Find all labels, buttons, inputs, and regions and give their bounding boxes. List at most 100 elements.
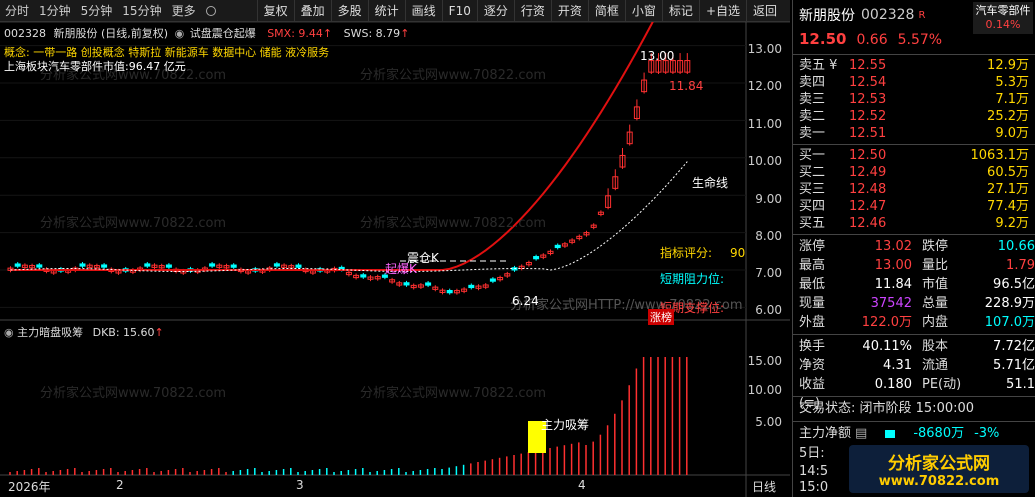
sector-badge[interactable]: 汽车零部件 0.14% xyxy=(973,2,1033,34)
flow-icon: ▤ xyxy=(855,426,868,441)
region-line: 上海板块汽车零部件市值:96.47 亿元 xyxy=(4,60,186,73)
divider xyxy=(793,421,1035,422)
price-tick: 10.00 xyxy=(747,154,782,168)
stat-value: 51.1 xyxy=(1006,377,1035,392)
stats-block-1: 涨停 13.02 跌停 10.66 最高 13.00 量比 1.79 最低 11.84 市值 96.5… xyxy=(793,237,1035,332)
draw-line-button[interactable]: 画线 xyxy=(404,0,442,22)
hangzi-button[interactable]: 行资 xyxy=(513,0,551,22)
period-fenshi[interactable]: 分时 xyxy=(0,2,34,19)
bid-label: 买五 xyxy=(799,216,826,231)
candle-body xyxy=(403,282,410,286)
ask-price: 12.54 xyxy=(849,75,887,90)
simple-frame-button[interactable]: 简框 xyxy=(587,0,625,22)
stat-key: 最高 xyxy=(799,258,826,273)
add-watchlist-button[interactable]: +自选 xyxy=(698,0,746,22)
stats-block-2: 换手 40.11% 股本 7.72亿 净资 4.31 流通 5.71亿 收益(≡) 0.180 PE… xyxy=(793,337,1035,411)
period-more[interactable]: 更多 xyxy=(167,2,201,19)
start-k-label: 起爆K xyxy=(385,262,417,276)
stat-key: 现量 xyxy=(799,296,826,311)
bid-row[interactable]: 买四 12.47 77.4万 xyxy=(793,198,1035,215)
period-1min[interactable]: 1分钟 xyxy=(34,2,76,19)
ask-price: 12.51 xyxy=(849,126,887,141)
divider xyxy=(793,144,1035,145)
formula-name[interactable]: 试盘震仓起爆 xyxy=(190,27,256,40)
sector-name: 汽车零部件 xyxy=(975,4,1031,17)
chart-title-line: 002328 新朋股份 (日线,前复权) ◉ 试盘震仓起爆 SMX: 9.44↑… xyxy=(4,27,410,40)
main-flow-row: 主力净额 ▤ -8680万 -3% xyxy=(793,424,1035,444)
lifeline-label: 生命线 xyxy=(692,176,729,190)
sub-dropdown-icon[interactable]: ◉ xyxy=(4,326,14,339)
period-5min[interactable]: 5分钟 xyxy=(76,2,118,19)
bid-row[interactable]: 买一 12.50 1063.1万 xyxy=(793,147,1035,164)
stat-value: 107.0万 xyxy=(984,315,1035,330)
tick-button[interactable]: 逐分 xyxy=(476,0,514,22)
chart-name: 新朋股份 xyxy=(53,27,98,40)
formula-dropdown-icon[interactable]: ◉ xyxy=(175,27,185,40)
kaizi-button[interactable]: 开资 xyxy=(550,0,588,22)
candle-body xyxy=(144,263,151,267)
sector-pct: 0.14% xyxy=(985,18,1021,31)
price-tick: 11.00 xyxy=(747,117,782,131)
candle-body xyxy=(14,263,21,267)
ask-volume: 25.2万 xyxy=(987,109,1029,124)
stats-button[interactable]: 统计 xyxy=(367,0,405,22)
bid-price: 12.48 xyxy=(849,182,887,197)
stat-value: 5.71亿 xyxy=(993,358,1035,373)
period-15min[interactable]: 15分钟 xyxy=(117,2,166,19)
bid-volume: 9.2万 xyxy=(995,216,1029,231)
candle-body xyxy=(446,290,453,294)
bid-row[interactable]: 买三 12.48 27.1万 xyxy=(793,181,1035,198)
ask-row[interactable]: 卖二 12.52 25.2万 xyxy=(793,108,1035,125)
x-label-month: 2 xyxy=(116,478,124,492)
overlay-button[interactable]: 叠加 xyxy=(293,0,331,22)
stat-row: 涨停 13.02 跌停 10.66 xyxy=(793,237,1035,256)
small-window-button[interactable]: 小窗 xyxy=(624,0,662,22)
stat-value: 122.0万 xyxy=(861,315,912,330)
bid-price: 12.47 xyxy=(849,199,887,214)
ask-row[interactable]: 卖三 12.53 7.1万 xyxy=(793,91,1035,108)
bid-label: 买二 xyxy=(799,165,826,180)
candle-body xyxy=(209,263,216,267)
stat-key: 量比 xyxy=(922,258,949,273)
mark-button[interactable]: 标记 xyxy=(661,0,699,22)
stat-value: 4.31 xyxy=(883,358,912,373)
fuquan-button[interactable]: 复权 xyxy=(256,0,294,22)
stat-key: 净资 xyxy=(799,358,826,373)
toolbar-buttons: 复权 叠加 多股 统计 画线 F10 逐分 行资 开资 简框 小窗 标记 +自选… xyxy=(256,0,783,22)
bid-row[interactable]: 买五 12.46 9.2万 xyxy=(793,215,1035,232)
flow-label: 主力净额 xyxy=(799,426,852,441)
multi-stock-button[interactable]: 多股 xyxy=(330,0,368,22)
candle-body xyxy=(165,264,172,268)
flow-value: -8680万 xyxy=(913,426,965,441)
ask-row[interactable]: 卖五 ¥ 12.55 12.9万 xyxy=(793,57,1035,74)
accumulation-label: 主力吸筹 xyxy=(541,418,590,432)
bid-book: 买一 12.50 1063.1万 买二 12.49 60.5万 买三 12.48 27.1万 买四… xyxy=(793,147,1035,232)
ask-row[interactable]: 卖四 12.54 5.3万 xyxy=(793,74,1035,91)
stat-row: 现量 37542 总量 228.9万 xyxy=(793,294,1035,313)
candle-body xyxy=(360,274,367,278)
period-label-day[interactable]: 日线 xyxy=(752,478,776,495)
watermark: 分析家公式网www.70822.com xyxy=(360,386,547,401)
ask-row[interactable]: 卖一 12.51 9.0万 xyxy=(793,125,1035,142)
ask-label: 卖二 xyxy=(799,109,826,124)
score-label: 指标评分: 90 xyxy=(660,246,746,260)
chart-area[interactable]: 分析家公式网www.70822.com 分析家公式网www.70822.com … xyxy=(0,22,790,497)
stat-key: 最低 xyxy=(799,277,826,292)
watermark: 分析家公式网www.70822.com xyxy=(40,386,227,401)
stat-value: 11.84 xyxy=(874,277,912,292)
stat-key: 涨停 xyxy=(799,239,826,254)
limit-up-badge: 涨榜 xyxy=(648,309,674,325)
bid-price: 12.50 xyxy=(849,148,887,163)
x-label-year: 2026年 xyxy=(8,480,51,494)
settings-icon[interactable] xyxy=(205,5,216,16)
stat-row: 最高 13.00 量比 1.79 xyxy=(793,256,1035,275)
stat-key: 市值 xyxy=(922,277,949,292)
bid-row[interactable]: 买二 12.49 60.5万 xyxy=(793,164,1035,181)
price-tick: 9.00 xyxy=(755,192,782,206)
sub-indicator-name[interactable]: 主力暗盘吸筹 xyxy=(17,326,83,339)
back-button[interactable]: 返回 xyxy=(746,0,783,22)
flow-pct: -3% xyxy=(974,426,1000,441)
f10-button[interactable]: F10 xyxy=(441,0,477,22)
quote-panel: 新朋股份 002328 R 汽车零部件 0.14% 12.50 0.66 5.5… xyxy=(792,0,1035,497)
stat-key: 流通 xyxy=(922,358,949,373)
